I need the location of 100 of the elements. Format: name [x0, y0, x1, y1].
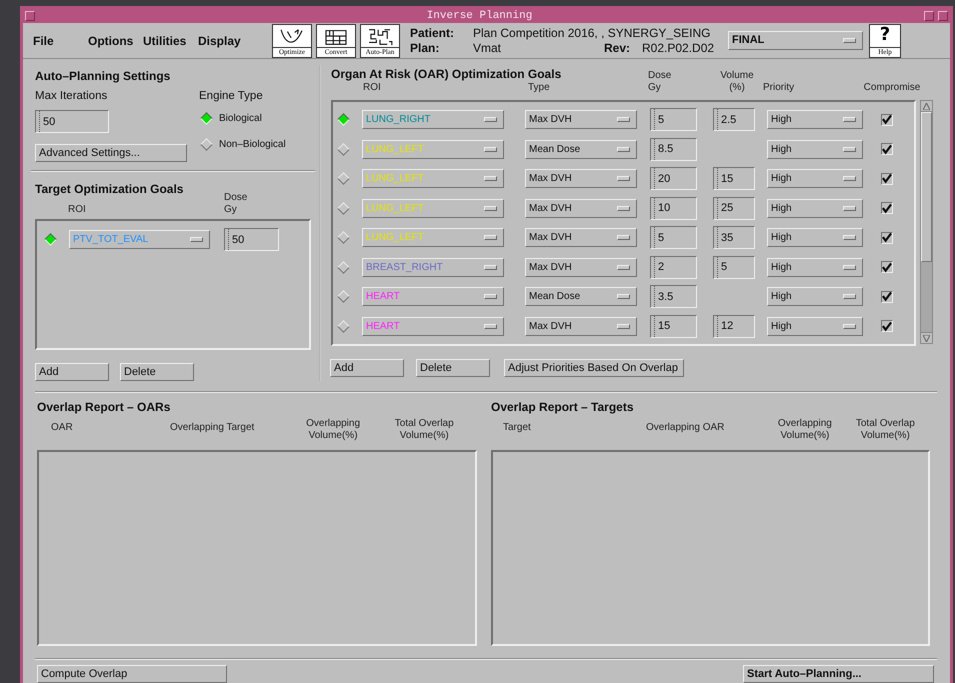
- start-auto-planning-button[interactable]: Start Auto–Planning...: [743, 665, 934, 683]
- type-dropdown[interactable]: Max DVH: [525, 258, 637, 277]
- dose-field[interactable]: 10: [650, 196, 697, 220]
- dropdown-icon: [617, 235, 630, 240]
- dropdown-icon: [843, 324, 856, 329]
- section-title: Overlap Report – OARs: [37, 399, 170, 416]
- dropdown-icon: [843, 117, 856, 122]
- iterations-field[interactable]: 50: [35, 110, 109, 134]
- priority-dropdown[interactable]: High: [767, 198, 863, 218]
- check-icon: [882, 202, 892, 214]
- radio-button[interactable]: [337, 113, 350, 126]
- dropdown-icon: [843, 146, 856, 152]
- type-dropdown[interactable]: Max DVH: [525, 316, 637, 336]
- action-button[interactable]: Delete: [120, 363, 194, 381]
- checkbox[interactable]: [881, 202, 893, 214]
- column-header: Total Overlap Volume(%): [394, 418, 455, 442]
- dose-field[interactable]: 3.5: [650, 285, 697, 308]
- dropdown-icon: [484, 117, 497, 122]
- check-icon: [882, 173, 892, 184]
- priority-dropdown[interactable]: High: [767, 110, 863, 130]
- dose-field[interactable]: 8.5: [650, 138, 697, 161]
- dropdown-icon: [617, 324, 630, 329]
- type-dropdown[interactable]: Mean Dose: [525, 140, 637, 159]
- check-icon: [882, 320, 892, 332]
- patient-name: Plan Competition 2016, , SYNERGY_SEING: [473, 26, 710, 40]
- volume-field[interactable]: 25: [713, 196, 755, 220]
- checkbox[interactable]: [881, 143, 893, 156]
- dose-field[interactable]: 5: [650, 108, 697, 132]
- type-dropdown[interactable]: Max DVH: [525, 228, 637, 248]
- column-header: Overlapping Volume(%): [305, 418, 362, 442]
- dose-field[interactable]: 15: [650, 314, 697, 338]
- column-header: Target: [503, 422, 532, 434]
- volume-field[interactable]: 5: [713, 256, 755, 279]
- column-header: Priority: [763, 82, 796, 94]
- compute-overlap-button[interactable]: Compute Overlap: [37, 665, 227, 683]
- priority-dropdown[interactable]: High: [767, 287, 863, 306]
- checkbox[interactable]: [881, 172, 893, 185]
- dropdown-icon: [843, 38, 856, 43]
- option-label: Biological: [219, 112, 262, 126]
- volume-field[interactable]: 35: [713, 226, 755, 250]
- menu-item[interactable]: File: [33, 32, 88, 50]
- dropdown-icon: [843, 264, 856, 270]
- menu-item[interactable]: Utilities: [143, 32, 198, 50]
- dropdown-icon: [617, 146, 630, 152]
- dropdown-icon: [484, 146, 497, 152]
- check-icon: [882, 232, 892, 244]
- priority-dropdown[interactable]: High: [767, 228, 863, 248]
- dropdown-icon: [843, 294, 856, 300]
- priority-dropdown[interactable]: High: [767, 316, 863, 336]
- priority-dropdown[interactable]: High: [767, 140, 863, 159]
- revision-value: R02.P02.D02: [642, 40, 714, 56]
- advanced-settings-button[interactable]: Advanced Settings...: [35, 144, 187, 162]
- column-header: Type: [528, 82, 551, 94]
- checkbox[interactable]: [881, 320, 893, 332]
- section-title: Auto–Planning Settings: [35, 68, 170, 85]
- column-header: Dose Gy: [648, 70, 672, 94]
- window-menu-button[interactable]: [25, 11, 35, 21]
- volume-field[interactable]: 2.5: [713, 108, 755, 132]
- action-button[interactable]: Delete: [416, 359, 490, 377]
- section-title: Organ At Risk (OAR) Optimization Goals: [331, 66, 562, 83]
- menu-item[interactable]: Options: [88, 32, 143, 50]
- menu-item[interactable]: Display: [198, 32, 248, 50]
- action-button[interactable]: Add: [330, 359, 404, 377]
- checkbox[interactable]: [881, 232, 893, 244]
- scrollbar[interactable]: [920, 100, 933, 344]
- checkbox[interactable]: [881, 290, 893, 303]
- dropdown-icon: [843, 235, 856, 240]
- scroll-up-icon[interactable]: [923, 102, 930, 110]
- check-icon: [882, 291, 892, 302]
- priority-dropdown[interactable]: High: [767, 169, 863, 188]
- checkbox[interactable]: [881, 261, 893, 274]
- dropdown-icon: [617, 206, 630, 211]
- column-header: Compromise: [863, 82, 921, 94]
- minimize-button[interactable]: [924, 11, 934, 21]
- radio-button[interactable]: [200, 112, 213, 126]
- priority-dropdown[interactable]: High: [767, 258, 863, 277]
- dropdown-icon: [484, 235, 497, 240]
- action-button[interactable]: Adjust Priorities Based On Overlap: [504, 359, 684, 377]
- action-button[interactable]: Add: [35, 363, 109, 381]
- dropdown-icon: [617, 176, 630, 182]
- field-label: Plan:: [410, 40, 440, 56]
- plan-name: Vmat: [473, 40, 502, 56]
- scroll-down-icon[interactable]: [923, 334, 930, 342]
- dose-field[interactable]: 5: [650, 226, 697, 250]
- dose-field[interactable]: 20: [650, 167, 697, 190]
- volume-field[interactable]: 12: [713, 314, 755, 338]
- column-header: Overlapping Target: [170, 422, 256, 434]
- type-dropdown[interactable]: Max DVH: [525, 169, 637, 188]
- status-dropdown[interactable]: FINAL: [728, 31, 863, 50]
- dose-field[interactable]: 50: [224, 228, 279, 252]
- field-label: Rev:: [604, 40, 632, 56]
- check-icon: [882, 144, 892, 155]
- type-dropdown[interactable]: Max DVH: [525, 110, 637, 130]
- checkbox[interactable]: [881, 114, 893, 126]
- type-dropdown[interactable]: Mean Dose: [525, 287, 637, 306]
- maximize-button[interactable]: [938, 11, 948, 21]
- type-dropdown[interactable]: Max DVH: [525, 198, 637, 218]
- volume-field[interactable]: 15: [713, 167, 755, 190]
- radio-button[interactable]: [44, 233, 57, 246]
- dose-field[interactable]: 2: [650, 256, 697, 279]
